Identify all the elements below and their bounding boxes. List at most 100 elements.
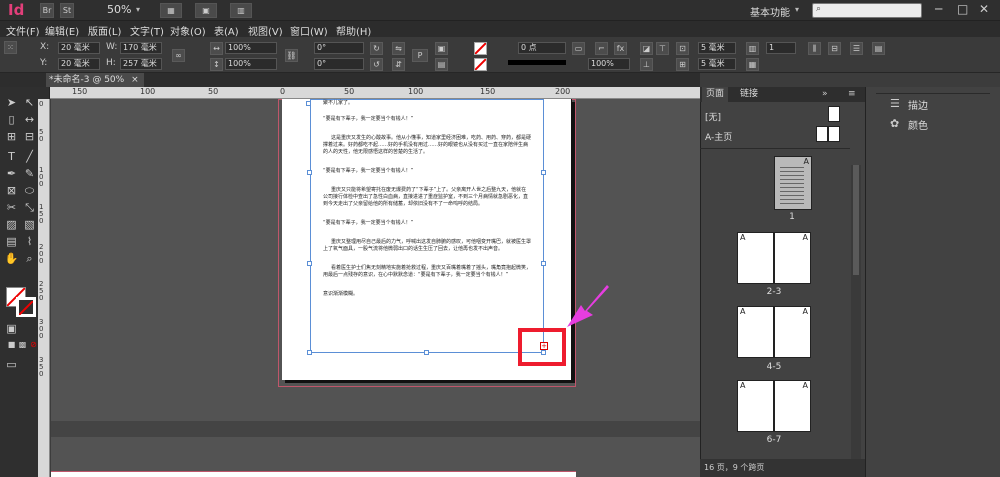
drop-shadow-icon[interactable]: ◪: [640, 42, 653, 55]
reference-point-icon[interactable]: ⁙: [4, 41, 17, 54]
scrollbar-thumb[interactable]: [853, 165, 859, 275]
constrain-proportions-icon[interactable]: ∞: [172, 49, 185, 62]
overset-text-icon[interactable]: +: [540, 342, 548, 350]
paragraph-icon[interactable]: P: [412, 49, 428, 62]
screen-mode-icon[interactable]: ▭: [4, 357, 19, 372]
panel-menu-icon[interactable]: ≡: [848, 89, 856, 99]
tab-pages[interactable]: 页面: [702, 87, 729, 102]
rotate-ccw-icon[interactable]: ↺: [370, 58, 383, 71]
workspace-switcher[interactable]: 基本功能: [750, 4, 790, 19]
arrange-documents-button[interactable]: ▥: [230, 3, 252, 18]
effects-icon[interactable]: fx: [614, 42, 627, 55]
workspace-chevron-icon[interactable]: ▾: [795, 5, 799, 14]
menu-edit[interactable]: 编辑(E): [45, 23, 79, 38]
dock-item-color[interactable]: 颜色: [908, 117, 928, 132]
note-tool-icon[interactable]: ▤: [4, 234, 19, 249]
content-collector-icon[interactable]: ⊞: [4, 129, 19, 144]
flip-v-icon[interactable]: ⇵: [392, 58, 405, 71]
free-transform-tool-icon[interactable]: ⤡: [22, 200, 37, 215]
frame-handle[interactable]: [424, 350, 429, 355]
align-top-icon[interactable]: ⊤: [656, 42, 669, 55]
stock-button[interactable]: St: [60, 3, 74, 18]
h-field[interactable]: 257 毫米: [120, 58, 162, 70]
select-container-icon[interactable]: ▣: [435, 42, 448, 55]
frame-handle[interactable]: [307, 350, 312, 355]
balance-columns-icon[interactable]: ⫼: [808, 42, 821, 55]
master-a-thumb-right[interactable]: [828, 126, 840, 142]
formatting-container-icon[interactable]: ▣: [4, 321, 19, 336]
type-tool-icon[interactable]: T: [4, 149, 19, 164]
dock-item-stroke[interactable]: 描边: [908, 97, 928, 112]
frame-handle[interactable]: [307, 170, 312, 175]
color-panel-icon[interactable]: ✿: [890, 117, 899, 130]
opacity-field[interactable]: 100%: [588, 58, 630, 70]
w-field[interactable]: 170 毫米: [120, 42, 162, 54]
line-tool-icon[interactable]: ╱: [22, 149, 37, 164]
hand-tool-icon[interactable]: ✋: [4, 251, 19, 266]
pages-scrollbar[interactable]: [851, 165, 861, 459]
page-tool-icon[interactable]: ▯: [4, 112, 19, 127]
bridge-button[interactable]: Br: [40, 3, 54, 18]
selection-tool-icon[interactable]: ➤: [4, 95, 19, 110]
close-icon[interactable]: ✕: [979, 2, 989, 16]
pen-tool-icon[interactable]: ✒: [4, 166, 19, 181]
rotate-cw-icon[interactable]: ↻: [370, 42, 383, 55]
frame-handle[interactable]: [307, 261, 312, 266]
menu-table[interactable]: 表(A): [214, 23, 239, 38]
panel-collapse-icon[interactable]: »: [822, 89, 828, 99]
master-a-thumb-left[interactable]: [816, 126, 828, 142]
stroke-color-swatch[interactable]: [16, 297, 36, 317]
tab-document[interactable]: *未命名-3 @ 50% ×: [46, 73, 144, 87]
menu-view[interactable]: 视图(V): [248, 23, 283, 38]
page-thumb[interactable]: A: [737, 380, 774, 432]
gap-tool-icon[interactable]: ↔: [22, 112, 37, 127]
page-thumb[interactable]: A: [774, 306, 811, 358]
rotate-field[interactable]: 0°: [314, 42, 364, 54]
ellipse-tool-icon[interactable]: ⬭: [22, 183, 37, 198]
page-thumb[interactable]: A: [774, 156, 812, 210]
columns-field[interactable]: 1: [766, 42, 796, 54]
rectangle-frame-tool-icon[interactable]: ⊠: [4, 183, 19, 198]
menu-object[interactable]: 对象(O): [170, 23, 206, 38]
menu-file[interactable]: 文件(F): [6, 23, 40, 38]
fill-swatch-icon[interactable]: [474, 42, 487, 55]
page-thumb[interactable]: A: [774, 232, 811, 284]
maximize-icon[interactable]: □: [957, 2, 968, 16]
screen-mode-button[interactable]: ▣: [195, 3, 217, 18]
columns-icon[interactable]: ▥: [746, 42, 759, 55]
menu-layout[interactable]: 版面(L): [88, 23, 121, 38]
scale-y-field[interactable]: 100%: [225, 58, 277, 70]
content-placer-icon[interactable]: ⊟: [22, 129, 37, 144]
direct-selection-tool-icon[interactable]: ↖: [22, 95, 37, 110]
flip-h-icon[interactable]: ⇋: [392, 42, 405, 55]
x-field[interactable]: 20 毫米: [58, 42, 100, 54]
zoom-level[interactable]: 50%: [107, 3, 131, 16]
menu-help[interactable]: 帮助(H): [336, 23, 371, 38]
corner-options-icon[interactable]: ⌐: [595, 42, 608, 55]
zoom-tool-icon[interactable]: ⌕: [22, 251, 37, 266]
minimize-icon[interactable]: ─: [935, 2, 942, 16]
page-thumb[interactable]: A: [737, 306, 774, 358]
link-scale-icon[interactable]: ⛓: [285, 49, 298, 62]
view-options-button[interactable]: ▦: [160, 3, 182, 18]
frame-handle[interactable]: [541, 261, 546, 266]
vertical-justify-icon[interactable]: ☰: [850, 42, 863, 55]
select-content-icon[interactable]: ▤: [435, 58, 448, 71]
align-bottom-icon[interactable]: ⊥: [640, 58, 653, 71]
menu-type[interactable]: 文字(T): [130, 23, 164, 38]
scale-x-field[interactable]: 100%: [225, 42, 277, 54]
outset-icon[interactable]: ⊞: [676, 58, 689, 71]
in-port[interactable]: [306, 101, 311, 106]
shear-field[interactable]: 0°: [314, 58, 364, 70]
search-input[interactable]: ⌕: [812, 3, 922, 18]
eyedropper-tool-icon[interactable]: ⌇: [22, 234, 37, 249]
frame-handle[interactable]: [541, 170, 546, 175]
inset-icon[interactable]: ⊡: [676, 42, 689, 55]
page-thumb[interactable]: A: [774, 380, 811, 432]
spacing-field-2[interactable]: 5 毫米: [698, 58, 736, 70]
stroke-panel-icon[interactable]: ☰: [890, 97, 900, 110]
gradient-swatch-tool-icon[interactable]: ▨: [4, 217, 19, 232]
text-wrap-icon[interactable]: ▭: [572, 42, 585, 55]
master-none-thumb[interactable]: [828, 106, 840, 122]
stroke-swatch-icon[interactable]: [474, 58, 487, 71]
